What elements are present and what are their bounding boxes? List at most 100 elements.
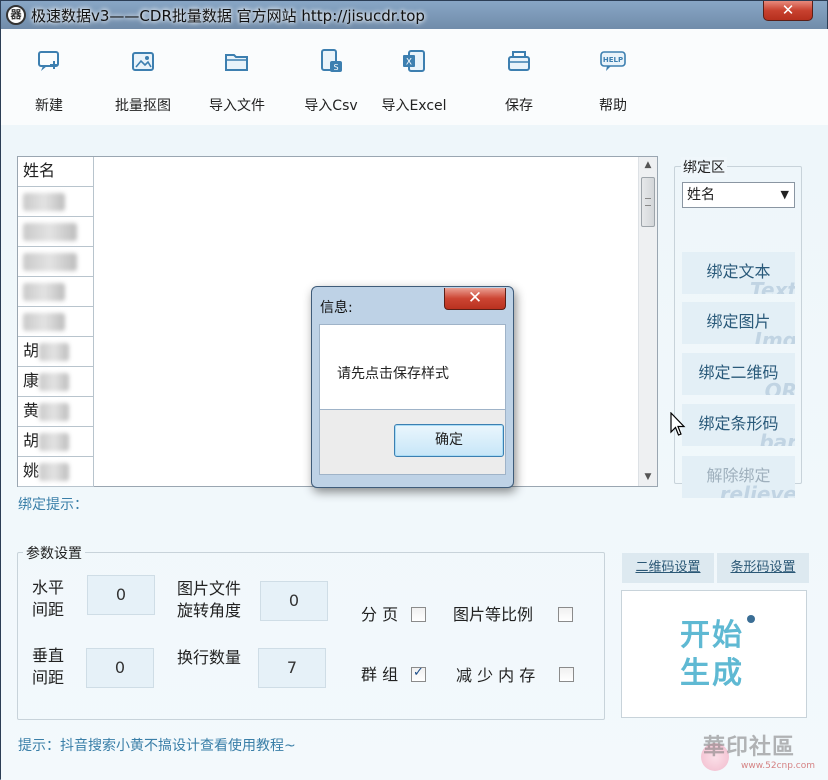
toolbar-label: 保存: [505, 98, 533, 114]
bind-qrcode-button[interactable]: 绑定二维码 QR: [682, 353, 795, 395]
label-line: 开始: [680, 618, 744, 653]
paging-label: 分 页: [361, 605, 399, 624]
dot-icon: [747, 615, 755, 623]
grid-scrollbar[interactable]: ▲ ▼: [638, 157, 657, 486]
table-row[interactable]: 胡: [18, 337, 94, 367]
dialog-body: 请先点击保存样式: [319, 324, 506, 410]
main-window: 器 极速数据v3——CDR批量数据 官方网站 http://jisucdr.to…: [0, 0, 828, 780]
bind-barcode-button[interactable]: 绑定条形码 bar: [682, 404, 795, 446]
bind-button-watermark: Img: [754, 328, 795, 344]
bind-field-select[interactable]: 姓名 ▼: [682, 182, 795, 208]
redacted-cell: [39, 372, 70, 391]
mouse-cursor-icon: [670, 412, 686, 436]
window-close-button[interactable]: ✕: [763, 1, 813, 21]
bind-hint: 绑定提示：: [18, 497, 88, 513]
bind-button-watermark: Text: [749, 278, 795, 294]
toolbar-import-file-button[interactable]: 导入文件: [192, 29, 282, 115]
redacted-cell: [23, 312, 65, 331]
redacted-cell: [39, 462, 70, 481]
toolbar-label: 新建: [35, 98, 63, 114]
redacted-cell: [23, 252, 77, 271]
table-row[interactable]: [18, 247, 94, 277]
group-checkbox[interactable]: [411, 665, 426, 682]
table-row[interactable]: [18, 277, 94, 307]
help-bubble-icon: HELP: [599, 47, 627, 75]
cell-text: 胡: [23, 341, 40, 360]
title-bar[interactable]: 器 极速数据v3——CDR批量数据 官方网站 http://jisucdr.to…: [1, 1, 828, 29]
keep-ratio-label: 图片等比例: [453, 605, 534, 624]
scroll-up-arrow-icon[interactable]: ▲: [639, 157, 657, 174]
toolbar-batch-cutout-button[interactable]: 批量抠图: [98, 29, 188, 115]
toolbar-import-csv-button[interactable]: S 导入Csv: [286, 29, 376, 115]
label-line: 间距: [32, 668, 65, 687]
table-row[interactable]: 胡: [18, 427, 94, 457]
site-watermark-url: www.52cnp.com: [741, 761, 816, 771]
svg-text:X: X: [406, 58, 412, 68]
unbind-button[interactable]: 解除绑定 relieve: [682, 456, 795, 498]
save-tray-icon: [505, 47, 533, 75]
wrap-count-input[interactable]: 7: [258, 648, 326, 688]
toolbar: 新建 批量抠图 导入文件 S 导入Csv X 导入Excel 保存 HELP 帮…: [1, 29, 828, 125]
group-label: 群 组: [361, 665, 399, 684]
toolbar-import-excel-button[interactable]: X 导入Excel: [369, 29, 459, 115]
h-spacing-label: 水平 间距: [32, 577, 64, 621]
csv-file-icon: S: [317, 47, 345, 75]
toolbar-help-button[interactable]: HELP 帮助: [568, 29, 658, 115]
table-row[interactable]: 姚: [18, 457, 94, 487]
barcode-settings-button[interactable]: 条形码设置: [717, 553, 809, 583]
toolbar-new-button[interactable]: 新建: [4, 29, 94, 115]
window-title: 极速数据v3——CDR批量数据 官方网站 http://jisucdr.top: [31, 7, 425, 25]
table-row[interactable]: 黄: [18, 397, 94, 427]
site-watermark: 華印社區: [703, 735, 796, 760]
excel-file-icon: X: [400, 47, 428, 75]
rotate-input[interactable]: 0: [260, 581, 328, 621]
toolbar-label: 批量抠图: [115, 98, 171, 114]
name-column: 姓名 胡 康 黄 胡 姚: [18, 157, 94, 487]
dialog-ok-button[interactable]: 确定: [394, 424, 504, 457]
redacted-cell: [39, 342, 70, 361]
table-row[interactable]: [18, 187, 94, 217]
bind-text-button[interactable]: 绑定文本 Text: [682, 252, 795, 294]
svg-text:S: S: [333, 63, 338, 72]
redacted-cell: [39, 432, 70, 451]
dialog-close-button[interactable]: ✕: [444, 288, 506, 310]
redacted-cell: [39, 402, 70, 421]
scroll-thumb[interactable]: [641, 177, 655, 227]
start-generate-label: 开始 生成: [672, 617, 752, 693]
bind-image-button[interactable]: 绑定图片 Img: [682, 302, 795, 344]
info-dialog: 信息: ✕ 请先点击保存样式 确定: [311, 286, 514, 488]
bind-field-value: 姓名: [687, 187, 715, 203]
bind-button-watermark: QR: [764, 379, 795, 395]
wrap-count-label: 换行数量: [177, 648, 242, 667]
table-row[interactable]: [18, 217, 94, 247]
app-logo-icon: 器: [6, 5, 26, 25]
paging-checkbox[interactable]: [411, 607, 426, 622]
reduce-memory-checkbox[interactable]: [559, 667, 574, 682]
table-row[interactable]: [18, 307, 94, 337]
scroll-down-arrow-icon[interactable]: ▼: [639, 469, 657, 486]
redacted-cell: [23, 282, 65, 301]
qrcode-settings-button[interactable]: 二维码设置: [622, 553, 714, 583]
h-spacing-input[interactable]: 0: [87, 575, 155, 615]
folder-open-icon: [223, 47, 251, 75]
params-panel-title: 参数设置: [23, 543, 85, 563]
keep-ratio-checkbox[interactable]: [558, 607, 573, 622]
label-line: 旋转角度: [177, 601, 242, 620]
column-header-name[interactable]: 姓名: [18, 157, 94, 187]
start-generate-button[interactable]: 开始 生成: [621, 590, 807, 718]
tutorial-hint: 提示：抖音搜索小黄不搞设计查看使用教程~: [18, 738, 296, 754]
toolbar-save-button[interactable]: 保存: [474, 29, 564, 115]
dialog-title: 信息:: [320, 300, 353, 316]
v-spacing-input[interactable]: 0: [86, 648, 154, 688]
toolbar-label: 导入Csv: [304, 98, 358, 114]
redacted-cell: [23, 222, 77, 241]
cell-text: 康: [23, 371, 40, 390]
label-line: 垂直: [32, 646, 65, 665]
dialog-footer: 确定: [319, 410, 506, 475]
label-line: 图片文件: [177, 579, 242, 598]
rotate-label: 图片文件 旋转角度: [177, 578, 241, 622]
table-row[interactable]: 康: [18, 367, 94, 397]
cell-text: 姚: [23, 461, 40, 480]
image-cutout-icon: [129, 47, 157, 75]
reduce-memory-label: 减 少 内 存: [456, 666, 536, 685]
